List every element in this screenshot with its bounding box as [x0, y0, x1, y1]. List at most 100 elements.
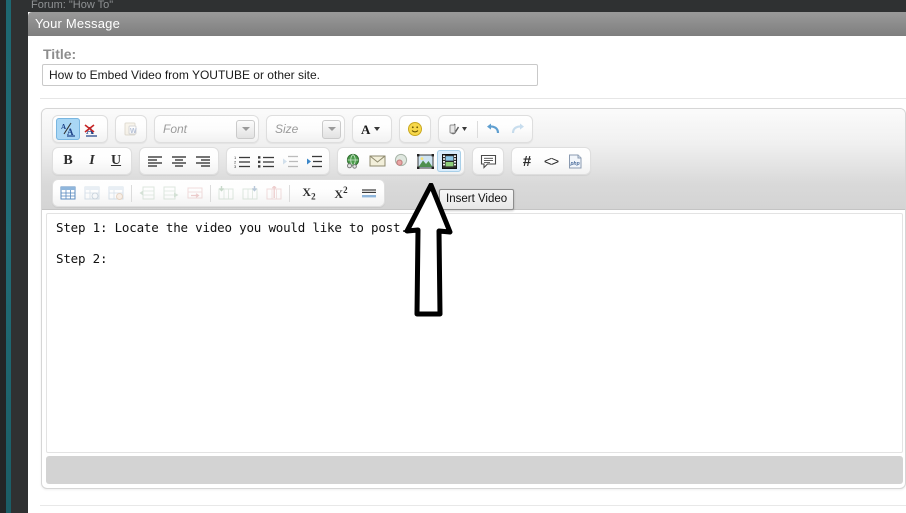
svg-text:A: A: [61, 123, 66, 131]
globe-glyph: [346, 153, 359, 169]
bulleted-list-icon[interactable]: [254, 150, 278, 172]
unordered-list-glyph: [257, 155, 274, 168]
delete-column-icon[interactable]: [262, 182, 286, 204]
text-color-icon[interactable]: A: [356, 118, 388, 140]
underline-icon[interactable]: U: [104, 150, 128, 172]
table-glyph: [60, 186, 76, 200]
sidebar-edge: [0, 0, 6, 513]
insert-media-group: [337, 147, 465, 175]
toolbar-separator: [131, 184, 132, 202]
broken-globe-glyph: [394, 153, 407, 167]
underline-glyph: U: [110, 153, 122, 168]
delete-table-icon[interactable]: [104, 182, 128, 204]
bold-icon[interactable]: B: [56, 150, 80, 172]
insert-code-icon[interactable]: <>: [539, 150, 563, 172]
svg-text:W: W: [130, 128, 137, 135]
font-family-label: Font: [163, 122, 188, 136]
table-props-glyph: [84, 186, 100, 200]
list-indent-group: 123: [226, 147, 330, 175]
outdent-icon[interactable]: [278, 150, 302, 172]
italic-icon[interactable]: I: [80, 150, 104, 172]
spellcheck-group: A A A: [52, 115, 108, 143]
insert-row-icon[interactable]: [135, 182, 159, 204]
editor-content-area[interactable]: Step 1: Locate the video you would like …: [42, 210, 905, 455]
smiley-group: [399, 115, 431, 143]
insert-image-icon[interactable]: [413, 150, 437, 172]
font-size-dropdown[interactable]: Size: [266, 115, 345, 143]
align-right-glyph: [196, 155, 210, 167]
undo-glyph: [486, 123, 499, 133]
film-strip-glyph: [441, 153, 457, 169]
outdent-glyph: [282, 155, 298, 167]
insert-php-icon[interactable]: php: [563, 150, 587, 172]
section-divider: [40, 98, 906, 99]
svg-text:php: php: [569, 161, 579, 167]
spellcheck-toggle-icon[interactable]: A A: [56, 118, 80, 140]
ordered-list-glyph: 123: [234, 155, 250, 168]
col-delete-glyph: [266, 186, 282, 200]
numbered-list-icon[interactable]: 123: [230, 150, 254, 172]
insert-video-icon[interactable]: [437, 150, 461, 172]
paperclip-glyph: [449, 123, 467, 135]
font-family-dropdown[interactable]: Font: [154, 115, 259, 143]
remove-link-icon[interactable]: [389, 150, 413, 172]
toolbar-separator: [477, 120, 478, 138]
breadcrumb[interactable]: Forum: "How To": [31, 0, 331, 12]
spellcheck-off-icon[interactable]: A: [80, 118, 104, 140]
align-right-icon[interactable]: [191, 150, 215, 172]
editor-line: Step 2:: [56, 251, 108, 266]
sidebar-accent-stripe: [6, 0, 11, 513]
undo-icon[interactable]: [481, 118, 505, 140]
table-properties-icon[interactable]: [80, 182, 104, 204]
subscript-icon[interactable]: X2: [293, 182, 325, 204]
table-delete-glyph: [108, 186, 124, 200]
col-right-glyph: [242, 186, 258, 200]
subscript-glyph: X2: [302, 184, 316, 202]
insert-link-icon[interactable]: [341, 150, 365, 172]
rich-text-editor: A A A W Font Size A B I U 1 2 3 # <> php…: [41, 108, 906, 489]
editor-footer-bar: [46, 456, 903, 484]
smiley-icon[interactable]: [403, 118, 427, 140]
title-input[interactable]: [42, 64, 538, 86]
bold-glyph: B: [63, 153, 73, 168]
align-left-icon[interactable]: [143, 150, 167, 172]
superscript-glyph: X2: [334, 184, 348, 201]
superscript-icon[interactable]: X2: [325, 182, 357, 204]
message-panel-header: [28, 12, 906, 36]
insert-quote-icon[interactable]: [476, 150, 500, 172]
paste-from-word-icon[interactable]: W: [119, 118, 143, 140]
cell-insert-glyph: [163, 186, 179, 200]
text-color-glyph: A: [361, 122, 380, 137]
php-file-glyph: php: [568, 154, 581, 168]
insert-column-left-icon[interactable]: [214, 182, 238, 204]
picture-glyph: [416, 153, 434, 169]
page-bottom-divider: [40, 505, 906, 506]
toolbar-row-3: X2 X2: [52, 179, 385, 207]
merge-cells-icon[interactable]: [183, 182, 207, 204]
message-panel-title: Your Message: [35, 16, 121, 31]
spellcheck-off-glyph: A: [84, 123, 97, 137]
toolbar-separator: [210, 184, 211, 202]
editor-line: Step 1: Locate the video you would like …: [56, 220, 408, 235]
align-center-icon[interactable]: [167, 150, 191, 172]
hrule-glyph: [362, 188, 376, 197]
insert-cell-icon[interactable]: [159, 182, 183, 204]
indent-icon[interactable]: [302, 150, 326, 172]
word-doc-glyph: W: [124, 122, 137, 136]
redo-icon[interactable]: [505, 118, 529, 140]
attachment-icon[interactable]: [442, 118, 474, 140]
col-left-glyph: [218, 186, 234, 200]
insert-column-right-icon[interactable]: [238, 182, 262, 204]
speech-bubble-glyph: [480, 154, 496, 169]
insert-table-icon[interactable]: [56, 182, 80, 204]
paste-group: W: [115, 115, 147, 143]
align-left-glyph: [148, 155, 162, 167]
horizontal-rule-icon[interactable]: [357, 182, 381, 204]
chevron-down-icon: [322, 119, 341, 139]
cell-merge-glyph: [187, 187, 203, 199]
insert-email-icon[interactable]: [365, 150, 389, 172]
hash-glyph: #: [522, 152, 532, 170]
envelope-glyph: [369, 155, 385, 167]
toolbar-row-1: A A A W Font Size A: [52, 115, 533, 143]
insert-hash-icon[interactable]: #: [515, 150, 539, 172]
